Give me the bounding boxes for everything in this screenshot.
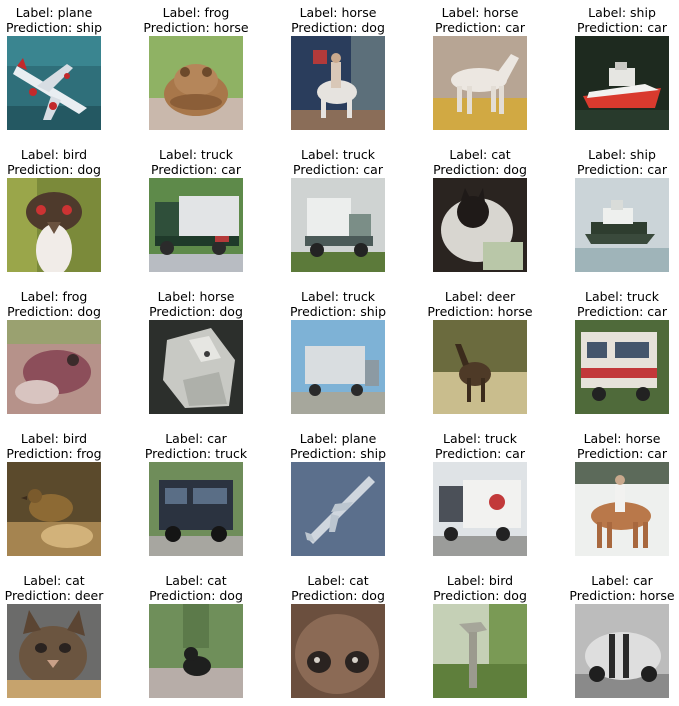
prediction-text: Prediction: deer	[4, 588, 104, 603]
prediction-text: Prediction: dog	[291, 20, 385, 35]
prediction-text: Prediction: car	[577, 304, 667, 319]
thumbnail-image	[575, 36, 669, 130]
label-text: Label: car	[165, 431, 227, 446]
thumbnail-image	[7, 320, 101, 414]
label-text: Label: cat	[449, 147, 511, 162]
label-text: Label: frog	[162, 5, 230, 20]
label-text: Label: cat	[23, 573, 85, 588]
thumbnail-image	[433, 604, 527, 698]
label-text: Label: ship	[588, 147, 656, 162]
thumbnail-image	[575, 462, 669, 556]
thumbnail-image	[433, 178, 527, 272]
label-text: Label: truck	[585, 289, 659, 304]
prediction-text: Prediction: dog	[433, 162, 527, 177]
label-text: Label: car	[591, 573, 653, 588]
thumbnail-image	[291, 320, 385, 414]
label-text: Label: bird	[20, 431, 88, 446]
thumbnail-image	[291, 604, 385, 698]
label-text: Label: bird	[20, 147, 88, 162]
thumbnail-image	[7, 604, 101, 698]
label-text: Label: frog	[20, 289, 88, 304]
thumbnail-image	[149, 178, 243, 272]
label-text: Label: horse	[583, 431, 661, 446]
prediction-text: Prediction: dog	[149, 304, 243, 319]
prediction-text: Prediction: dog	[7, 304, 101, 319]
label-text: Label: truck	[159, 147, 233, 162]
prediction-text: Prediction: truck	[144, 446, 248, 461]
thumbnail-image	[575, 178, 669, 272]
thumbnail-image	[149, 604, 243, 698]
thumbnail-image	[433, 462, 527, 556]
label-text: Label: deer	[444, 289, 516, 304]
prediction-text: Prediction: car	[293, 162, 383, 177]
thumbnail-image	[149, 320, 243, 414]
label-text: Label: horse	[157, 289, 235, 304]
prediction-text: Prediction: car	[151, 162, 241, 177]
thumbnail-image	[7, 36, 101, 130]
prediction-text: Prediction: dog	[433, 588, 527, 603]
label-text: Label: bird	[446, 573, 514, 588]
thumbnail-image	[149, 36, 243, 130]
prediction-text: Prediction: car	[577, 20, 667, 35]
prediction-text: Prediction: dog	[7, 162, 101, 177]
prediction-text: Prediction: car	[577, 446, 667, 461]
prediction-text: Prediction: car	[435, 446, 525, 461]
prediction-text: Prediction: dog	[149, 588, 243, 603]
thumbnail-image	[291, 36, 385, 130]
thumbnail-image	[291, 178, 385, 272]
label-text: Label: ship	[588, 5, 656, 20]
thumbnail-image	[575, 320, 669, 414]
label-text: Label: plane	[299, 431, 377, 446]
label-text: Label: truck	[301, 147, 375, 162]
prediction-text: Prediction: horse	[143, 20, 249, 35]
label-text: Label: truck	[443, 431, 517, 446]
thumbnail-image	[7, 462, 101, 556]
label-text: Label: horse	[441, 5, 519, 20]
prediction-text: Prediction: car	[435, 20, 525, 35]
thumbnail-image	[433, 320, 527, 414]
thumbnail-image	[7, 178, 101, 272]
prediction-text: Prediction: horse	[569, 588, 675, 603]
prediction-text: Prediction: horse	[427, 304, 533, 319]
prediction-text: Prediction: dog	[291, 588, 385, 603]
prediction-text: Prediction: ship	[289, 446, 387, 461]
prediction-text: Prediction: ship	[289, 304, 387, 319]
prediction-text: Prediction: car	[577, 162, 667, 177]
prediction-text: Prediction: ship	[5, 20, 103, 35]
prediction-text: Prediction: frog	[6, 446, 102, 461]
thumbnail-image	[149, 462, 243, 556]
label-text: Label: cat	[165, 573, 227, 588]
label-text: Label: truck	[301, 289, 375, 304]
label-text: Label: cat	[307, 573, 369, 588]
thumbnail-image	[433, 36, 527, 130]
thumbnail-image	[291, 462, 385, 556]
label-text: Label: plane	[15, 5, 93, 20]
thumbnail-image	[575, 604, 669, 698]
label-text: Label: horse	[299, 5, 377, 20]
